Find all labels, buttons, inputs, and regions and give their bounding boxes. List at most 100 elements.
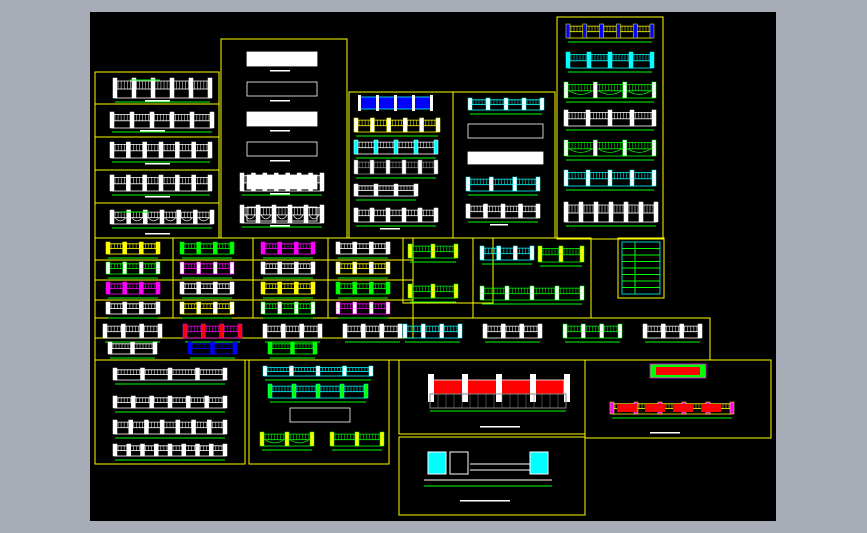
fence-arch [114, 217, 126, 222]
wall-panel [645, 404, 665, 412]
fence-post [661, 323, 666, 339]
fence-post [393, 183, 399, 197]
fence-post [290, 341, 295, 355]
fence-elevation [402, 323, 463, 339]
fence-post [428, 374, 434, 402]
fence-post [196, 281, 201, 295]
fence-elevation [467, 97, 545, 111]
fence-post [433, 139, 439, 155]
fence-post [312, 341, 318, 355]
fence-wall [337, 248, 389, 255]
fence-arch [164, 217, 176, 222]
cad-drawing-canvas[interactable] [90, 12, 776, 521]
fence-post [449, 451, 469, 475]
fence-post [385, 207, 391, 223]
fence-post [363, 383, 369, 399]
fence-post [518, 203, 523, 219]
fence-elevation [565, 51, 655, 69]
fence-post [430, 95, 433, 111]
fence-arch [568, 148, 593, 153]
fence-post [501, 323, 506, 339]
fence-wall [337, 308, 389, 315]
fence-post [175, 141, 180, 159]
fence-post [175, 419, 181, 435]
fence-post [105, 301, 111, 315]
fence-post [369, 281, 374, 295]
fence-post [651, 109, 657, 127]
fence-arch [568, 90, 593, 95]
fence-post [608, 201, 614, 223]
fence-arch [244, 214, 256, 220]
fence-elevation [109, 141, 213, 159]
fence-post [267, 383, 273, 399]
fence-wall [337, 288, 389, 295]
fence-post [358, 95, 361, 111]
fence-post [315, 365, 321, 377]
fence-post [144, 419, 149, 435]
fence-post [109, 209, 115, 225]
fence-post [352, 281, 357, 295]
fence-post [195, 367, 200, 381]
fence-post [112, 443, 118, 457]
fence-post [554, 285, 560, 301]
fence-post [213, 241, 218, 255]
fence-post [232, 341, 238, 355]
fence-post [255, 204, 261, 224]
fence-post [385, 261, 391, 275]
fence-post [565, 23, 571, 39]
fence-post [319, 172, 325, 192]
wall-panel [617, 404, 637, 412]
fence-post [308, 172, 313, 192]
fence-elevation [335, 241, 391, 255]
fence-post [581, 323, 586, 339]
fence-post [207, 174, 213, 192]
fence-wall [114, 88, 211, 99]
fence-post [169, 77, 175, 99]
fence-elevation [537, 245, 585, 263]
fence-post [504, 285, 510, 301]
fence-post [155, 281, 161, 295]
fence-post [105, 261, 111, 275]
fence-post [271, 204, 277, 224]
fence-post [188, 77, 194, 99]
fence-post [361, 323, 366, 339]
fence-post [496, 374, 502, 402]
fence-elevation [179, 281, 235, 295]
fence-post [122, 281, 127, 295]
drawing-caption [380, 228, 400, 230]
fence-post [105, 241, 111, 255]
fence-post [167, 367, 173, 381]
fence-post [376, 95, 379, 111]
fence-post [130, 341, 135, 355]
fence-post [564, 374, 570, 402]
drawing-frame [402, 237, 494, 304]
fence-post [430, 283, 436, 299]
fence-post [407, 243, 413, 259]
wall-panel [246, 111, 318, 127]
fence-elevation [112, 367, 228, 381]
fence-post [457, 323, 463, 339]
fence-post [181, 443, 186, 457]
fence-wall [262, 268, 314, 275]
fence-post [169, 111, 175, 129]
fence-arch [627, 148, 652, 153]
fence-post [251, 172, 256, 192]
fence-post [617, 323, 623, 339]
fence-post [565, 51, 571, 69]
fence-post [105, 281, 111, 295]
fence-arch [308, 214, 320, 220]
fence-post [315, 383, 321, 399]
fence-post [129, 111, 135, 129]
fence-elevation [407, 283, 459, 299]
fence-post [140, 443, 145, 457]
fence-post [239, 172, 245, 192]
fence-post [379, 323, 384, 339]
fence-wall [264, 331, 321, 339]
fence-post [394, 95, 397, 111]
fence-post [563, 109, 569, 127]
fence-elevation [642, 323, 703, 339]
fence-post [407, 283, 413, 299]
fence-wall [107, 288, 159, 295]
fence-elevation [479, 245, 535, 261]
drawing-caption [270, 130, 290, 132]
